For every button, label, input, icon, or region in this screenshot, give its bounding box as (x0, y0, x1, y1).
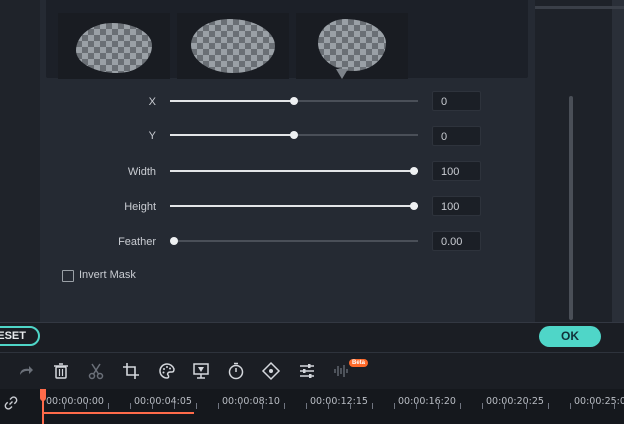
slider-fill (170, 170, 418, 172)
timeline-tick (526, 403, 527, 409)
slider-fill (170, 205, 418, 207)
ok-button[interactable]: OK (539, 326, 601, 347)
mask-shape-gallery (46, 0, 528, 79)
y-label: Y (148, 130, 156, 142)
timeline-timestamp: 00:00:25:0 (574, 396, 624, 407)
height-label: Height (124, 201, 156, 213)
timeline-tick (86, 403, 87, 409)
timeline-tick (372, 403, 373, 409)
divider (0, 322, 624, 323)
height-value-input[interactable]: 100 (432, 196, 481, 216)
slider-handle[interactable] (410, 202, 418, 210)
x-value-input[interactable]: 0 (432, 91, 481, 111)
width-value-input[interactable]: 100 (432, 161, 481, 181)
right-scroll-area (612, 0, 624, 322)
timeline-tick (240, 403, 241, 409)
slider-track (170, 240, 418, 242)
timeline-timestamp: 00:00:20:25 (486, 396, 544, 407)
edit-toolbar: Beta (0, 353, 624, 389)
feather-slider[interactable] (170, 234, 418, 248)
timeline-tick (174, 403, 175, 409)
delete-icon[interactable] (51, 361, 71, 381)
slider-handle[interactable] (290, 131, 298, 139)
played-range (44, 412, 194, 414)
timeline-timestamp: 00:00:04:05 (134, 396, 192, 407)
cloud-jagged-shape-icon (76, 23, 152, 73)
timeline-tick (504, 403, 505, 409)
timeline-ruler[interactable]: 00:00:00:00 00:00:04:05 00:00:08:10 00:00:1… (42, 389, 624, 424)
speech-bubble-shape-icon (318, 19, 386, 71)
reset-button[interactable]: RESET (0, 326, 40, 346)
width-label: Width (127, 166, 156, 178)
timeline-tick (548, 403, 549, 409)
x-label: X (148, 96, 156, 108)
feather-label: Feather (118, 236, 156, 248)
slider-handle[interactable] (290, 97, 298, 105)
y-slider[interactable] (170, 128, 418, 142)
timeline-tick (570, 403, 571, 409)
divider (535, 6, 624, 9)
redo-icon[interactable] (15, 361, 35, 381)
timeline-tick (482, 403, 483, 409)
timeline-tick (262, 403, 263, 409)
height-slider[interactable] (170, 199, 418, 213)
color-icon[interactable] (157, 361, 177, 381)
mask-shape-cloud[interactable] (177, 13, 289, 79)
slider-handle[interactable] (170, 237, 178, 245)
playhead-handle[interactable] (40, 389, 46, 401)
timeline-timestamp: 00:00:00:00 (46, 396, 104, 407)
adjust-icon[interactable] (297, 361, 317, 381)
timeline-tick (460, 403, 461, 409)
width-slider[interactable] (170, 164, 418, 178)
mask-shape-speech-bubble[interactable] (296, 13, 408, 79)
speech-bubble-tail (336, 69, 348, 79)
timeline-tick (218, 403, 219, 409)
timeline-tick (416, 403, 417, 409)
slider-fill (170, 100, 294, 102)
invert-mask-label: Invert Mask (79, 269, 136, 281)
timeline-tick (306, 403, 307, 409)
keyframe-icon[interactable] (261, 361, 281, 381)
speed-icon[interactable] (226, 361, 246, 381)
feather-value-input[interactable]: 0.00 (432, 231, 481, 251)
timeline-tick (64, 403, 65, 409)
timeline-tick (284, 403, 285, 409)
timeline-tick (130, 403, 131, 409)
left-sidebar (0, 0, 40, 322)
timeline-tick (438, 403, 439, 409)
timeline-tick (614, 403, 615, 409)
right-panel (535, 0, 624, 322)
cut-icon[interactable] (86, 361, 106, 381)
timeline: 00:00:00:00 00:00:04:05 00:00:08:10 00:00:1… (0, 389, 624, 424)
mask-shape-cloud-jagged[interactable] (58, 13, 170, 79)
timeline-tick (328, 403, 329, 409)
crop-icon[interactable] (121, 361, 141, 381)
link-icon[interactable] (3, 395, 19, 411)
timeline-tick (394, 403, 395, 409)
x-slider[interactable] (170, 94, 418, 108)
cloud-shape-icon (191, 19, 275, 73)
beta-badge: Beta (349, 359, 369, 367)
slider-handle[interactable] (410, 167, 418, 175)
green-screen-icon[interactable] (191, 361, 211, 381)
timeline-timestamp: 00:00:08:10 (222, 396, 280, 407)
timeline-tick (196, 403, 197, 409)
timeline-timestamp: 00:00:12:15 (310, 396, 368, 407)
timeline-tick (592, 403, 593, 409)
slider-fill (170, 134, 294, 136)
timeline-tick (152, 403, 153, 409)
y-value-input[interactable]: 0 (432, 126, 481, 146)
timeline-timestamp: 00:00:16:20 (398, 396, 456, 407)
panel-scrollbar[interactable] (569, 96, 573, 320)
invert-mask-checkbox[interactable] (62, 270, 74, 282)
timeline-tick (350, 403, 351, 409)
timeline-tick (108, 403, 109, 409)
